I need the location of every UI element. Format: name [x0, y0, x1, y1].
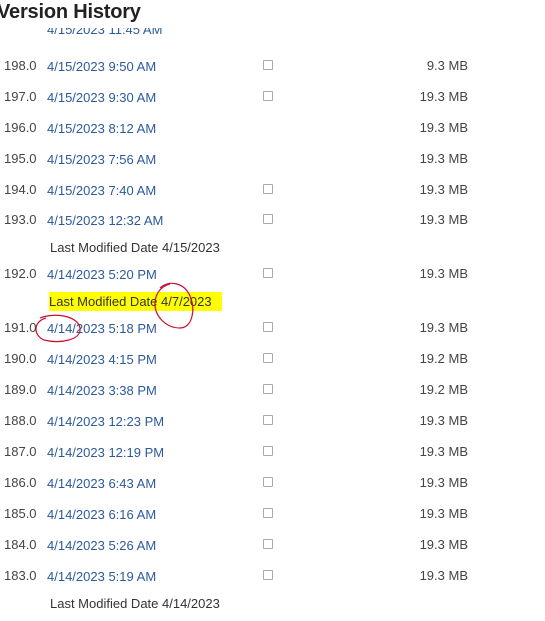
- version-size: 19.3 MB: [419, 120, 468, 135]
- version-row: 189.0 4/14/2023 3:38 PM 19.2 MB: [0, 379, 545, 401]
- version-date-link[interactable]: 4/15/2023 7:40 AM: [47, 183, 156, 198]
- row-checkbox[interactable]: [263, 539, 273, 549]
- version-date-link[interactable]: 4/15/2023 9:50 AM: [47, 59, 156, 74]
- version-size: 19.3 MB: [419, 151, 468, 166]
- version-comment: Last Modified Date 4/15/2023: [50, 240, 220, 255]
- version-size: 19.3 MB: [419, 444, 468, 459]
- row-checkbox[interactable]: [263, 415, 273, 425]
- version-number: 193.0: [4, 212, 37, 227]
- version-comment: Last Modified Date 4/14/2023: [50, 596, 220, 611]
- version-number: 196.0: [4, 120, 37, 135]
- version-number: 197.0: [4, 89, 37, 104]
- highlighted-comment-text: Last Modified Date 4/7/2023: [49, 292, 222, 311]
- version-row: 183.0 4/14/2023 5:19 AM 19.3 MB: [0, 565, 545, 587]
- version-number: 194.0: [4, 182, 37, 197]
- version-number: 191.0: [4, 320, 37, 335]
- version-size: 19.3 MB: [419, 89, 468, 104]
- partial-row-date[interactable]: 4/15/2023 11:45 AM: [47, 28, 162, 38]
- version-date-link[interactable]: 4/14/2023 6:43 AM: [47, 476, 156, 491]
- version-size: 19.3 MB: [419, 537, 468, 552]
- version-number: 188.0: [4, 413, 37, 428]
- version-size: 9.3 MB: [426, 58, 468, 73]
- version-number: 195.0: [4, 151, 37, 166]
- row-checkbox[interactable]: [263, 91, 273, 101]
- version-number: 185.0: [4, 506, 37, 521]
- version-row: 194.0 4/15/2023 7:40 AM 19.3 MB: [0, 179, 545, 201]
- version-size: 19.3 MB: [419, 506, 468, 521]
- version-number: 198.0: [4, 58, 37, 73]
- version-date-link[interactable]: 4/14/2023 5:18 PM: [47, 321, 157, 336]
- version-size: 19.3 MB: [419, 413, 468, 428]
- version-date-link[interactable]: 4/14/2023 12:23 PM: [47, 414, 164, 429]
- version-number: 186.0: [4, 475, 37, 490]
- version-size: 19.3 MB: [419, 266, 468, 281]
- version-number: 190.0: [4, 351, 37, 366]
- version-comment-highlighted: Last Modified Date 4/7/2023: [49, 292, 222, 311]
- version-size: 19.3 MB: [419, 475, 468, 490]
- row-checkbox[interactable]: [263, 60, 273, 70]
- version-date-link[interactable]: 4/14/2023 6:16 AM: [47, 507, 156, 522]
- version-date-link[interactable]: 4/15/2023 12:32 AM: [47, 213, 163, 228]
- version-row: 197.0 4/15/2023 9:30 AM 19.3 MB: [0, 86, 545, 108]
- version-date-link[interactable]: 4/15/2023 8:12 AM: [47, 121, 156, 136]
- version-row: 188.0 4/14/2023 12:23 PM 19.3 MB: [0, 410, 545, 432]
- row-checkbox[interactable]: [263, 384, 273, 394]
- version-number: 183.0: [4, 568, 37, 583]
- version-row: 185.0 4/14/2023 6:16 AM 19.3 MB: [0, 503, 545, 525]
- version-size: 19.3 MB: [419, 212, 468, 227]
- version-size: 19.3 MB: [419, 320, 468, 335]
- version-row: 191.0 4/14/2023 5:18 PM 19.3 MB: [0, 317, 545, 339]
- row-checkbox[interactable]: [263, 477, 273, 487]
- version-date-link[interactable]: 4/14/2023 3:38 PM: [47, 383, 157, 398]
- version-row: 186.0 4/14/2023 6:43 AM 19.3 MB: [0, 472, 545, 494]
- version-size: 19.2 MB: [419, 382, 468, 397]
- version-date-link[interactable]: 4/14/2023 5:19 AM: [47, 569, 156, 584]
- row-checkbox[interactable]: [263, 214, 273, 224]
- row-checkbox[interactable]: [263, 184, 273, 194]
- version-row: 195.0 4/15/2023 7:56 AM 19.3 MB: [0, 148, 545, 170]
- version-row: 184.0 4/14/2023 5:26 AM 19.3 MB: [0, 534, 545, 556]
- version-size: 19.3 MB: [419, 568, 468, 583]
- version-row: 193.0 4/15/2023 12:32 AM 19.3 MB: [0, 209, 545, 231]
- version-row: 190.0 4/14/2023 4:15 PM 19.2 MB: [0, 348, 545, 370]
- version-number: 189.0: [4, 382, 37, 397]
- row-checkbox[interactable]: [263, 353, 273, 363]
- version-row: 187.0 4/14/2023 12:19 PM 19.3 MB: [0, 441, 545, 463]
- version-row: 198.0 4/15/2023 9:50 AM 9.3 MB: [0, 55, 545, 77]
- row-checkbox[interactable]: [263, 446, 273, 456]
- row-checkbox[interactable]: [263, 268, 273, 278]
- version-date-link[interactable]: 4/14/2023 5:26 AM: [47, 538, 156, 553]
- page-title: Version History: [0, 1, 141, 23]
- version-size: 19.2 MB: [419, 351, 468, 366]
- version-date-link[interactable]: 4/14/2023 4:15 PM: [47, 352, 157, 367]
- row-checkbox[interactable]: [263, 570, 273, 580]
- version-date-link[interactable]: 4/15/2023 9:30 AM: [47, 90, 156, 105]
- version-size: 19.3 MB: [419, 182, 468, 197]
- version-date-link[interactable]: 4/14/2023 12:19 PM: [47, 445, 164, 460]
- version-row: 196.0 4/15/2023 8:12 AM 19.3 MB: [0, 117, 545, 139]
- row-checkbox[interactable]: [263, 508, 273, 518]
- version-date-link[interactable]: 4/15/2023 7:56 AM: [47, 152, 156, 167]
- version-row: 192.0 4/14/2023 5:20 PM 19.3 MB: [0, 263, 545, 285]
- version-date-link[interactable]: 4/14/2023 5:20 PM: [47, 267, 157, 282]
- version-number: 184.0: [4, 537, 37, 552]
- version-number: 192.0: [4, 266, 37, 281]
- version-number: 187.0: [4, 444, 37, 459]
- row-checkbox[interactable]: [263, 322, 273, 332]
